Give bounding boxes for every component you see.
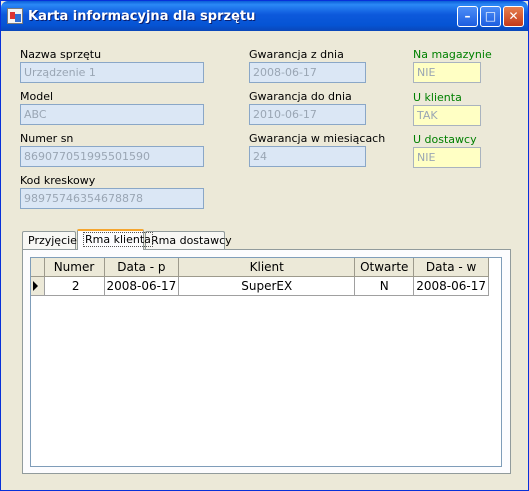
- nazwa-field[interactable]: Urządzenie 1: [20, 62, 204, 83]
- col-header-numer[interactable]: Numer: [44, 258, 105, 277]
- kod-kreskowy-field[interactable]: 98975746354678878: [20, 188, 204, 209]
- na-magazynie-field[interactable]: NIE: [413, 62, 481, 83]
- kod-kreskowy-label: Kod kreskowy: [20, 174, 96, 187]
- col-header-klient[interactable]: Klient: [178, 258, 356, 277]
- close-icon: ✕: [508, 9, 519, 23]
- tab-rma-dostawcy[interactable]: Rma dostawcy: [145, 231, 232, 249]
- na-magazynie-label: Na magazynie: [413, 48, 492, 61]
- nazwa-label: Nazwa sprzętu: [20, 48, 102, 61]
- title-bar[interactable]: Karta informacyjna dla sprzętu – □ ✕: [1, 1, 528, 31]
- gwarancja-do-field[interactable]: 2010-06-17: [249, 104, 366, 125]
- u-klienta-field[interactable]: TAK: [413, 105, 481, 126]
- rma-table: Numer Data - p Klient Otwarte Data - w 2…: [31, 258, 489, 296]
- cell-data-p[interactable]: 2008-06-17: [104, 276, 180, 296]
- row-indicator: [31, 276, 45, 296]
- model-field[interactable]: ABC: [20, 104, 204, 125]
- app-icon: [7, 8, 23, 24]
- gwarancja-z-label: Gwarancja z dnia: [249, 48, 344, 61]
- close-button[interactable]: ✕: [503, 6, 524, 27]
- maximize-button[interactable]: □: [480, 6, 501, 27]
- cell-data-w[interactable]: 2008-06-17: [413, 276, 489, 296]
- u-klienta-label: U klienta: [413, 91, 462, 104]
- col-header-otwarte[interactable]: Otwarte: [354, 258, 415, 277]
- maximize-icon: □: [484, 9, 497, 23]
- rma-grid[interactable]: Numer Data - p Klient Otwarte Data - w 2…: [30, 257, 502, 467]
- gwarancja-mies-label: Gwarancja w miesiącach: [249, 132, 386, 145]
- gwarancja-do-label: Gwarancja do dnia: [249, 90, 352, 103]
- gwarancja-mies-field[interactable]: 24: [249, 146, 366, 167]
- tab-rma-klienta-label: Rma klienta: [83, 232, 153, 247]
- cell-otwarte[interactable]: N: [354, 276, 415, 296]
- main-window: Karta informacyjna dla sprzętu – □ ✕ Naz…: [0, 0, 529, 491]
- u-dostawcy-label: U dostawcy: [413, 133, 477, 146]
- row-indicator-header: [31, 258, 45, 277]
- tab-przyjecie[interactable]: Przyjęcie: [22, 231, 77, 249]
- tab-panel: Numer Data - p Klient Otwarte Data - w 2…: [22, 249, 511, 474]
- col-header-data-p[interactable]: Data - p: [104, 258, 180, 277]
- minimize-button[interactable]: –: [457, 6, 478, 27]
- cell-klient[interactable]: SuperEX: [178, 276, 356, 296]
- minimize-icon: –: [464, 9, 471, 23]
- table-row[interactable]: 2 2008-06-17 SuperEX N 2008-06-17: [31, 276, 489, 296]
- model-label: Model: [20, 90, 54, 103]
- numer-sn-field[interactable]: 869077051995501590: [20, 146, 204, 167]
- numer-sn-label: Numer sn: [20, 132, 74, 145]
- cell-numer[interactable]: 2: [44, 276, 105, 296]
- current-row-arrow-icon: [33, 281, 38, 291]
- u-dostawcy-field[interactable]: NIE: [413, 147, 481, 168]
- table-header-row: Numer Data - p Klient Otwarte Data - w: [31, 258, 489, 277]
- tab-rma-klienta[interactable]: Rma klienta: [77, 229, 153, 250]
- gwarancja-z-field[interactable]: 2008-06-17: [249, 62, 366, 83]
- window-title: Karta informacyjna dla sprzętu: [28, 9, 256, 24]
- col-header-data-w[interactable]: Data - w: [413, 258, 489, 277]
